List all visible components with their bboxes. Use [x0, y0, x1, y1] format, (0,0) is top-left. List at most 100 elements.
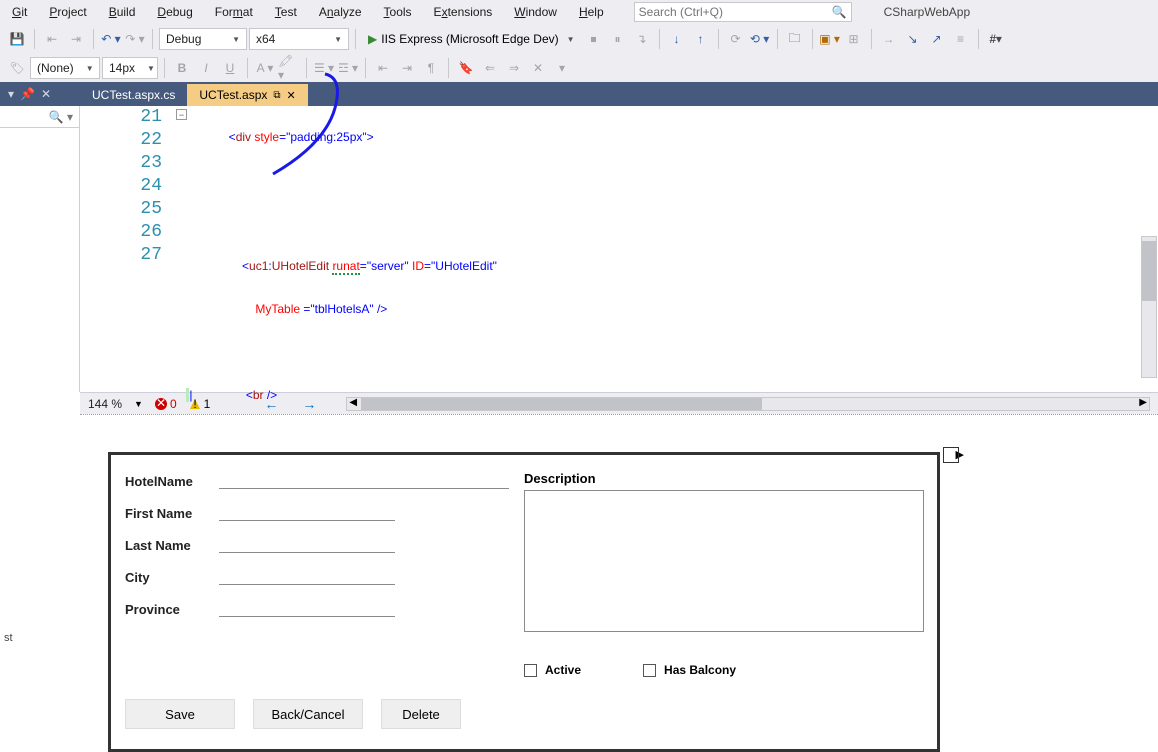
restart-icon[interactable]: ⟳ [725, 28, 747, 50]
bold-icon[interactable]: B [171, 57, 193, 79]
global-search[interactable]: 🔍 [634, 2, 852, 22]
search-input[interactable] [639, 5, 832, 19]
run-button[interactable]: ▶ IIS Express (Microsoft Edge Dev) ▼ [362, 28, 581, 50]
description-textarea[interactable] [524, 490, 924, 632]
chevron-icon[interactable]: ▾ [8, 87, 14, 101]
fold-toggle-icon[interactable]: − [176, 109, 187, 120]
menu-test[interactable]: Test [271, 3, 301, 21]
truncated-text: st [4, 632, 13, 644]
para-icon[interactable]: ¶ [420, 57, 442, 79]
back-cancel-button[interactable]: Back/Cancel [253, 699, 363, 729]
menu-help[interactable]: Help [575, 3, 608, 21]
menu-analyze[interactable]: Analyze [315, 3, 366, 21]
form-designer[interactable]: ▶ HotelName First Name Last Name City Pr… [108, 452, 940, 752]
active-checkbox[interactable]: Active [524, 663, 581, 677]
menu-format[interactable]: Format [211, 3, 257, 21]
toolbox-sidebar: 🔍 ▾ [0, 106, 80, 392]
clear-bookmarks-icon[interactable]: ✕ [527, 57, 549, 79]
lastname-input[interactable] [219, 535, 395, 553]
config-dropdown[interactable]: Debug ▼ [159, 28, 247, 50]
play-icon: ▶ [368, 32, 377, 46]
editor-hscroll[interactable]: ◀ ▶ [346, 397, 1150, 411]
scroll-right-icon[interactable]: ▶ [1139, 397, 1147, 408]
step-over-icon[interactable]: ↴ [631, 28, 653, 50]
delete-button[interactable]: Delete [381, 699, 461, 729]
line-number: 25 [80, 198, 176, 221]
pin-icon[interactable]: ⧉ [273, 90, 280, 101]
svg-text:✕: ✕ [156, 398, 166, 410]
refresh-icon[interactable]: ⟲ ▾ [749, 28, 771, 50]
line-number: 22 [80, 129, 176, 152]
balcony-checkbox[interactable]: Has Balcony [643, 663, 736, 677]
step-into-icon[interactable]: ↓ [666, 28, 688, 50]
view-icon[interactable]: ▣ ▾ [819, 28, 841, 50]
indent-icon2[interactable]: ⇥ [396, 57, 418, 79]
zoom-level[interactable]: 144 % [88, 397, 122, 411]
tab-uctest-aspx[interactable]: UCTest.aspx ⧉ ✕ [187, 84, 307, 106]
menu-window[interactable]: Window [510, 3, 561, 21]
tag-dropdown[interactable]: (None) ▼ [30, 57, 100, 79]
menu-build[interactable]: Build [105, 3, 140, 21]
menu-tools[interactable]: Tools [380, 3, 416, 21]
code-area[interactable]: <div style="padding:25px"> <uc1:UHotelEd… [192, 106, 1158, 392]
prev-bookmark-icon[interactable]: ⇐ [479, 57, 501, 79]
step-out-arrow-icon[interactable]: ↗ [926, 28, 948, 50]
fontcolor-icon[interactable]: A ▾ [254, 57, 276, 79]
city-input[interactable] [219, 567, 395, 585]
hash-icon[interactable]: # ▾ [985, 28, 1007, 50]
toolbar-main: 💾 ⇤ ⇥ ↶ ▾ ↷ ▾ Debug ▼ x64 ▼ ▶ IIS Expres… [0, 24, 1158, 54]
list-icon[interactable]: ≡ [950, 28, 972, 50]
outdent-icon[interactable]: ⇤ [372, 57, 394, 79]
more-icon[interactable]: ▾ [551, 57, 573, 79]
menu-extensions[interactable]: Extensions [430, 3, 497, 21]
scroll-left-icon[interactable]: ◀ [349, 397, 357, 408]
tab-uctest-cs[interactable]: UCTest.aspx.cs [80, 84, 187, 106]
menu-debug[interactable]: Debug [153, 3, 196, 21]
save-button[interactable]: Save [125, 699, 235, 729]
sidebar-search[interactable]: 🔍 ▾ [0, 106, 79, 128]
fontsize-dropdown[interactable]: 14px ▼ [102, 57, 158, 79]
editor-vscroll[interactable] [1141, 236, 1157, 378]
error-count[interactable]: ✕ 0 [155, 397, 177, 411]
caret-down-icon: ▼ [567, 35, 575, 44]
highlight-icon[interactable]: 🖍 ▾ [278, 57, 300, 79]
step-out-icon[interactable]: ↑ [690, 28, 712, 50]
arrow-right-icon[interactable]: → [878, 28, 900, 50]
align-left-icon[interactable]: ☰ ▾ [313, 57, 335, 79]
field-label: Last Name [125, 538, 219, 553]
indent-increase-icon[interactable]: ⇥ [65, 28, 87, 50]
smart-tag-icon[interactable]: ▶ [956, 448, 964, 461]
tag-value: (None) [37, 61, 74, 75]
close-icon[interactable]: ✕ [41, 87, 51, 101]
indent-decrease-icon[interactable]: ⇤ [41, 28, 63, 50]
underline-icon[interactable]: U [219, 57, 241, 79]
hotelname-input[interactable] [219, 471, 509, 489]
grid-icon[interactable]: ⊞ [843, 28, 865, 50]
save-icon[interactable]: 💾 [6, 28, 28, 50]
fold-gutter: − [176, 106, 192, 392]
debug-pause-icon[interactable]: ⏸ [607, 28, 629, 50]
zoom-caret-icon[interactable]: ▼ [134, 399, 143, 409]
menu-project[interactable]: Project [45, 3, 90, 21]
description-label: Description [524, 471, 924, 486]
undo-icon[interactable]: ↶ ▾ [100, 28, 122, 50]
province-input[interactable] [219, 599, 395, 617]
italic-icon[interactable]: I [195, 57, 217, 79]
step-in-arrow-icon[interactable]: ↘ [902, 28, 924, 50]
list-bullet-icon[interactable]: ☲ ▾ [337, 57, 359, 79]
tag-icon[interactable]: 🏷 [6, 57, 28, 79]
menu-git[interactable]: Git [8, 3, 31, 21]
checkbox-icon [524, 664, 537, 677]
next-bookmark-icon[interactable]: ⇒ [503, 57, 525, 79]
browse-icon[interactable]: 🗀 [784, 28, 806, 50]
debug-stop-icon[interactable]: ⏹ [583, 28, 605, 50]
code-editor[interactable]: 21 22 23 24 25 26 27 − <div style="paddi… [80, 106, 1158, 392]
redo-icon[interactable]: ↷ ▾ [124, 28, 146, 50]
platform-dropdown[interactable]: x64 ▼ [249, 28, 349, 50]
pin-icon[interactable]: 📌 [20, 87, 35, 101]
bookmark-icon[interactable]: 🔖 [455, 57, 477, 79]
line-number: 21 [80, 106, 176, 129]
close-icon[interactable]: ✕ [287, 89, 296, 102]
menu-bar: Git Project Build Debug Format Test Anal… [0, 0, 1158, 24]
firstname-input[interactable] [219, 503, 395, 521]
